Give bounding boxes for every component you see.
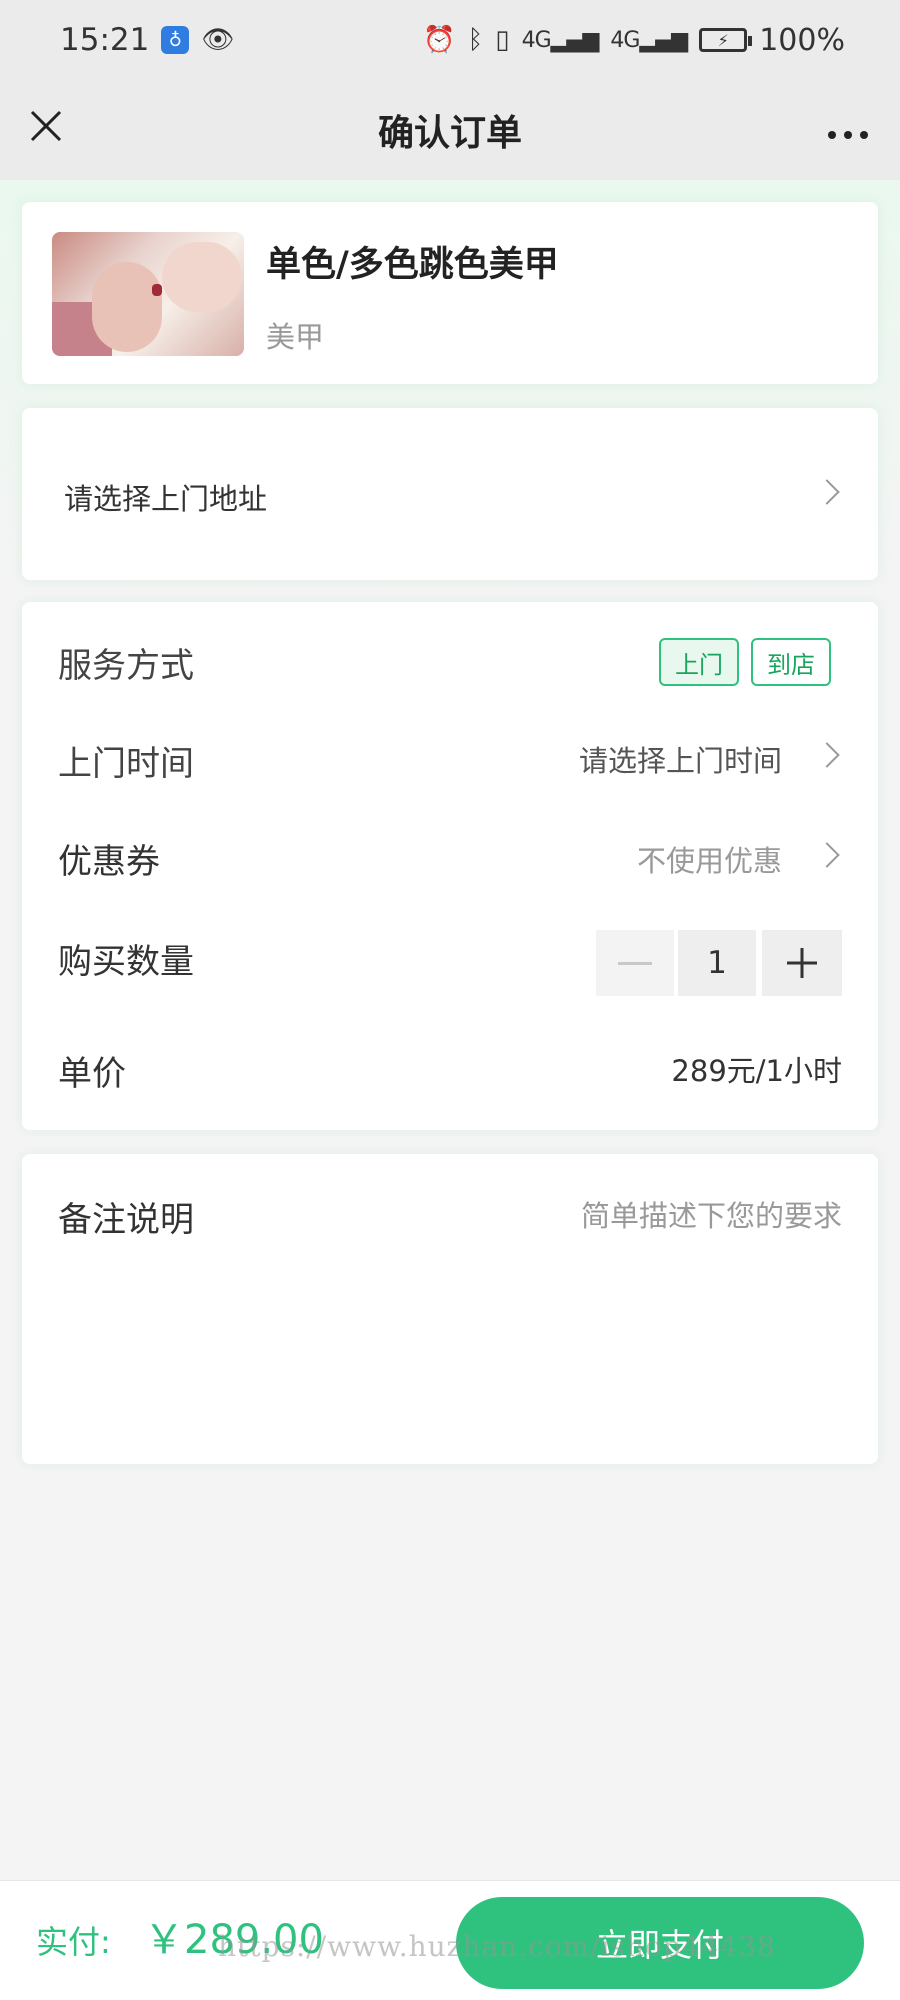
unit-price-value: 289元/1小时	[671, 1054, 842, 1088]
pay-label: 实付:	[36, 1923, 111, 1961]
vibrate-icon: ▯	[495, 25, 510, 55]
app-notification-icon: ♁	[161, 26, 190, 54]
close-icon[interactable]	[28, 108, 64, 144]
quantity-decrease-button[interactable]	[596, 930, 674, 996]
product-title: 单色/多色跳色美甲	[266, 245, 559, 285]
eye-icon: 👁	[201, 25, 235, 55]
unit-price-label: 单价	[58, 1054, 126, 1094]
chevron-right-icon	[814, 742, 840, 768]
plus-icon	[787, 948, 817, 978]
chevron-right-icon	[814, 479, 840, 505]
nav-bar: 确认订单	[0, 80, 900, 180]
status-left: 15:21 ♁ 👁	[60, 22, 234, 58]
pay-now-button[interactable]: 立即支付	[456, 1897, 864, 1989]
visit-time-label: 上门时间	[58, 744, 194, 784]
bluetooth-icon: ᛒ	[467, 25, 484, 55]
product-image	[52, 232, 244, 356]
order-confirm-page: 15:21 ♁ 👁 ⏰ ᛒ ▯ 4G▂▄▆ 4G▂▄▆ ⚡ 100% 确认订单	[0, 0, 900, 2000]
service-option-home[interactable]: 上门	[659, 638, 739, 686]
remark-label: 备注说明	[58, 1200, 194, 1240]
signal-icon-1: 4G▂▄▆	[521, 27, 600, 53]
quantity-label: 购买数量	[58, 942, 194, 982]
bottom-pay-bar: 实付: ￥289.00 立即支付	[0, 1880, 900, 2000]
coupon-selector[interactable]: 不使用优惠	[637, 838, 782, 880]
product-card[interactable]: 单色/多色跳色美甲 美甲	[22, 202, 878, 384]
status-bar: 15:21 ♁ 👁 ⏰ ᛒ ▯ 4G▂▄▆ 4G▂▄▆ ⚡ 100%	[0, 0, 900, 80]
more-icon[interactable]	[826, 110, 870, 146]
address-selector[interactable]: 请选择上门地址	[22, 408, 878, 580]
status-right: ⏰ ᛒ ▯ 4G▂▄▆ 4G▂▄▆ ⚡ 100%	[423, 23, 845, 58]
chevron-right-icon	[814, 842, 840, 868]
remark-card: 备注说明	[22, 1154, 878, 1464]
battery-percentage: 100%	[759, 22, 845, 58]
address-prompt: 请选择上门地址	[64, 482, 268, 516]
service-option-store[interactable]: 到店	[751, 638, 831, 686]
battery-icon: ⚡	[699, 28, 753, 52]
signal-icon-2: 4G▂▄▆	[610, 27, 688, 53]
coupon-label: 优惠券	[58, 842, 160, 882]
order-details-card: 服务方式 上门 到店 上门时间 请选择上门时间 优惠券 不使用优惠 购买数量 1…	[22, 602, 878, 1130]
remark-input[interactable]	[422, 1192, 842, 1240]
visit-time-selector[interactable]: 请选择上门时间	[579, 738, 782, 780]
page-title: 确认订单	[377, 113, 522, 154]
alarm-icon: ⏰	[423, 25, 456, 55]
pay-amount: ￥289.00	[144, 1917, 324, 1963]
minus-icon	[618, 961, 652, 965]
product-category: 美甲	[266, 320, 325, 354]
quantity-increase-button[interactable]	[762, 930, 842, 996]
status-time: 15:21	[60, 22, 150, 58]
quantity-value[interactable]: 1	[678, 930, 756, 996]
service-method-label: 服务方式	[58, 646, 194, 686]
